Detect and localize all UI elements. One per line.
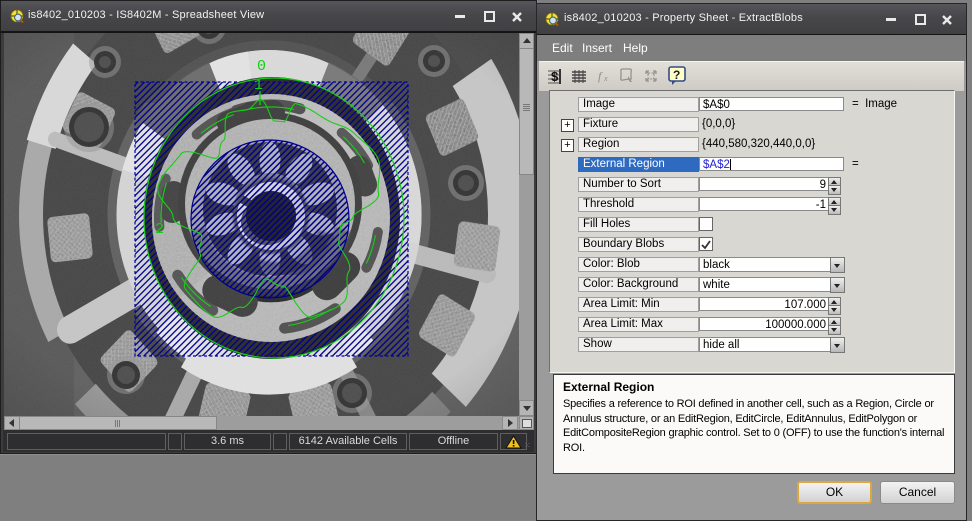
svg-text:x: x [603, 74, 608, 83]
svg-text:0: 0 [257, 58, 266, 75]
svg-text:2: 2 [155, 221, 164, 238]
svg-text:?: ? [673, 68, 680, 82]
svg-text:1: 1 [254, 77, 263, 94]
svg-text:$: $ [551, 69, 559, 84]
svg-text:f: f [598, 69, 603, 83]
